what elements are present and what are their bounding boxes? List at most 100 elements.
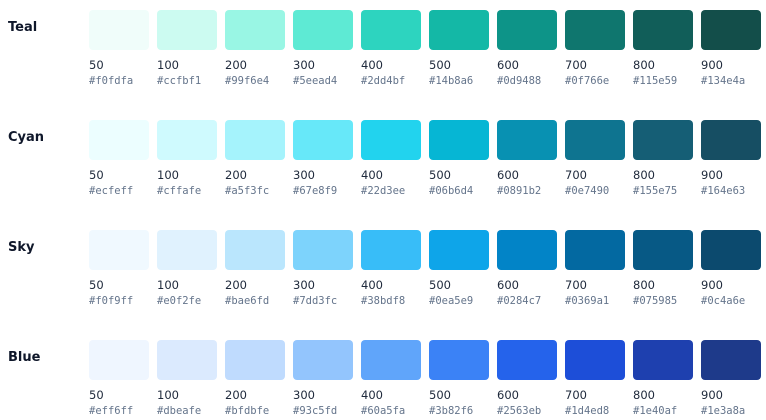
- swatch-color-chip[interactable]: [429, 340, 489, 380]
- swatch-color-chip[interactable]: [225, 10, 285, 50]
- swatch-hex-code: #dbeafe: [157, 404, 202, 417]
- swatch-color-chip[interactable]: [361, 230, 421, 270]
- swatch-shade-label: 200: [225, 58, 247, 72]
- swatch-teal-600[interactable]: 600 #0d9488: [497, 10, 557, 86]
- swatch-shade-label: 50: [89, 278, 104, 292]
- swatch-blue-500[interactable]: 500 #3b82f6: [429, 340, 489, 416]
- swatch-blue-800[interactable]: 800 #1e40af: [633, 340, 693, 416]
- swatch-sky-400[interactable]: 400 #38bdf8: [361, 230, 421, 306]
- swatch-cyan-50[interactable]: 50 #ecfeff: [89, 120, 149, 196]
- swatch-color-chip[interactable]: [89, 120, 149, 160]
- swatch-sky-200[interactable]: 200 #bae6fd: [225, 230, 285, 306]
- swatch-hex-code: #0f766e: [565, 74, 610, 87]
- swatch-color-chip[interactable]: [633, 340, 693, 380]
- swatch-color-chip[interactable]: [157, 340, 217, 380]
- swatch-sky-300[interactable]: 300 #7dd3fc: [293, 230, 353, 306]
- swatch-sky-700[interactable]: 700 #0369a1: [565, 230, 625, 306]
- swatch-cyan-300[interactable]: 300 #67e8f9: [293, 120, 353, 196]
- swatch-blue-400[interactable]: 400 #60a5fa: [361, 340, 421, 416]
- swatch-hex-code: #38bdf8: [361, 294, 406, 307]
- swatch-color-chip[interactable]: [701, 120, 761, 160]
- swatch-cyan-600[interactable]: 600 #0891b2: [497, 120, 557, 196]
- swatch-color-chip[interactable]: [633, 230, 693, 270]
- swatch-color-chip[interactable]: [429, 10, 489, 50]
- swatch-cyan-900[interactable]: 900 #164e63: [701, 120, 761, 196]
- swatch-blue-50[interactable]: 50 #eff6ff: [89, 340, 149, 416]
- swatch-color-chip[interactable]: [701, 10, 761, 50]
- swatch-color-chip[interactable]: [293, 230, 353, 270]
- swatch-color-chip[interactable]: [565, 340, 625, 380]
- swatch-color-chip[interactable]: [225, 230, 285, 270]
- swatch-teal-900[interactable]: 900 #134e4a: [701, 10, 761, 86]
- swatch-color-chip[interactable]: [293, 340, 353, 380]
- swatch-color-chip[interactable]: [361, 10, 421, 50]
- swatch-cyan-100[interactable]: 100 #cffafe: [157, 120, 217, 196]
- swatch-blue-100[interactable]: 100 #dbeafe: [157, 340, 217, 416]
- swatch-hex-code: #0369a1: [565, 294, 610, 307]
- swatch-sky-50[interactable]: 50 #f0f9ff: [89, 230, 149, 306]
- palette-name: Blue: [8, 350, 41, 365]
- swatch-sky-500[interactable]: 500 #0ea5e9: [429, 230, 489, 306]
- swatch-color-chip[interactable]: [89, 230, 149, 270]
- swatch-color-chip[interactable]: [429, 230, 489, 270]
- swatch-sky-600[interactable]: 600 #0284c7: [497, 230, 557, 306]
- swatch-color-chip[interactable]: [89, 340, 149, 380]
- swatch-color-chip[interactable]: [565, 230, 625, 270]
- swatch-shade-label: 50: [89, 388, 104, 402]
- swatch-blue-700[interactable]: 700 #1d4ed8: [565, 340, 625, 416]
- swatch-hex-code: #0284c7: [497, 294, 542, 307]
- swatch-teal-500[interactable]: 500 #14b8a6: [429, 10, 489, 86]
- swatch-teal-700[interactable]: 700 #0f766e: [565, 10, 625, 86]
- swatch-teal-50[interactable]: 50 #f0fdfa: [89, 10, 149, 86]
- swatch-shade-label: 200: [225, 168, 247, 182]
- swatch-color-chip[interactable]: [497, 120, 557, 160]
- swatch-color-chip[interactable]: [633, 120, 693, 160]
- swatch-color-chip[interactable]: [497, 340, 557, 380]
- swatch-cyan-700[interactable]: 700 #0e7490: [565, 120, 625, 196]
- swatch-cyan-800[interactable]: 800 #155e75: [633, 120, 693, 196]
- swatch-color-chip[interactable]: [361, 120, 421, 160]
- swatch-hex-code: #14b8a6: [429, 74, 474, 87]
- swatch-blue-900[interactable]: 900 #1e3a8a: [701, 340, 761, 416]
- swatch-color-chip[interactable]: [429, 120, 489, 160]
- swatch-shade-label: 800: [633, 278, 655, 292]
- swatch-hex-code: #164e63: [701, 184, 746, 197]
- swatch-blue-200[interactable]: 200 #bfdbfe: [225, 340, 285, 416]
- swatch-color-chip[interactable]: [89, 10, 149, 50]
- swatch-color-chip[interactable]: [565, 120, 625, 160]
- swatch-hex-code: #0d9488: [497, 74, 542, 87]
- swatch-color-chip[interactable]: [157, 120, 217, 160]
- swatch-color-chip[interactable]: [225, 120, 285, 160]
- swatch-teal-200[interactable]: 200 #99f6e4: [225, 10, 285, 86]
- swatch-color-chip[interactable]: [361, 340, 421, 380]
- swatch-hex-code: #1d4ed8: [565, 404, 610, 417]
- swatch-sky-900[interactable]: 900 #0c4a6e: [701, 230, 761, 306]
- swatch-teal-300[interactable]: 300 #5eead4: [293, 10, 353, 86]
- swatch-sky-800[interactable]: 800 #075985: [633, 230, 693, 306]
- swatch-color-chip[interactable]: [225, 340, 285, 380]
- swatch-blue-300[interactable]: 300 #93c5fd: [293, 340, 353, 416]
- swatch-cyan-200[interactable]: 200 #a5f3fc: [225, 120, 285, 196]
- swatch-sky-100[interactable]: 100 #e0f2fe: [157, 230, 217, 306]
- swatch-color-chip[interactable]: [701, 230, 761, 270]
- swatch-color-chip[interactable]: [157, 230, 217, 270]
- swatch-shade-label: 700: [565, 58, 587, 72]
- palette-name: Sky: [8, 240, 35, 255]
- swatch-color-chip[interactable]: [293, 120, 353, 160]
- swatch-color-chip[interactable]: [293, 10, 353, 50]
- swatch-shade-label: 600: [497, 58, 519, 72]
- swatch-color-chip[interactable]: [497, 10, 557, 50]
- swatch-shade-label: 900: [701, 168, 723, 182]
- swatch-color-chip[interactable]: [701, 340, 761, 380]
- swatch-shade-label: 400: [361, 278, 383, 292]
- swatch-teal-100[interactable]: 100 #ccfbf1: [157, 10, 217, 86]
- swatch-cyan-500[interactable]: 500 #06b6d4: [429, 120, 489, 196]
- swatch-color-chip[interactable]: [497, 230, 557, 270]
- swatch-color-chip[interactable]: [157, 10, 217, 50]
- swatch-color-chip[interactable]: [633, 10, 693, 50]
- swatch-teal-400[interactable]: 400 #2dd4bf: [361, 10, 421, 86]
- swatch-cyan-400[interactable]: 400 #22d3ee: [361, 120, 421, 196]
- swatch-color-chip[interactable]: [565, 10, 625, 50]
- swatch-blue-600[interactable]: 600 #2563eb: [497, 340, 557, 416]
- swatch-teal-800[interactable]: 800 #115e59: [633, 10, 693, 86]
